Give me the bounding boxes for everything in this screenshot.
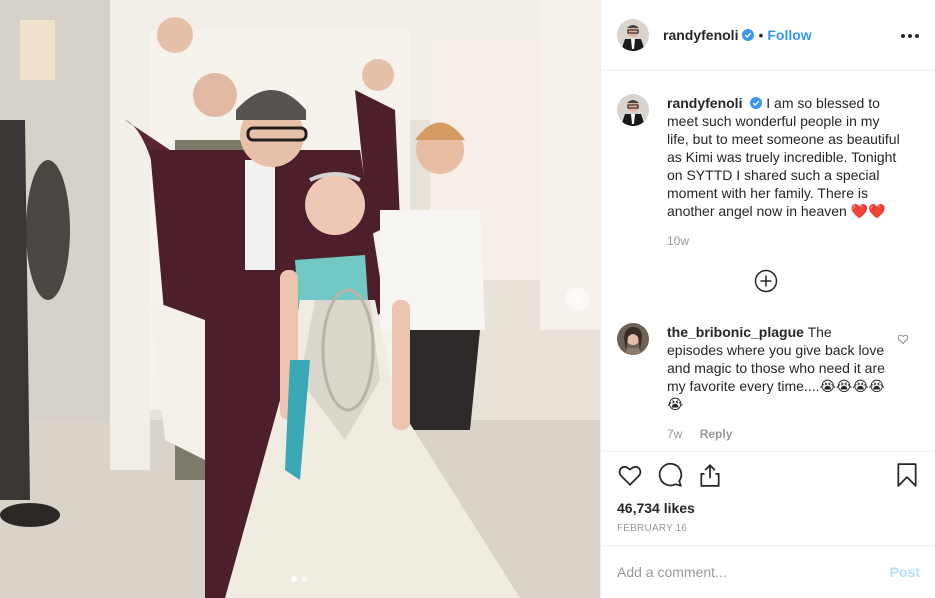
action-icons <box>617 452 920 498</box>
post-comment-button[interactable]: Post <box>890 564 920 580</box>
plus-circle-icon[interactable] <box>754 269 778 293</box>
follow-button[interactable]: Follow <box>767 27 811 43</box>
share-icon[interactable] <box>697 462 723 488</box>
comment-timestamp[interactable]: 7w <box>667 427 682 441</box>
post-header: randyfenoli • Follow <box>601 0 935 71</box>
heart-icon[interactable] <box>617 462 643 488</box>
comment-item: the_bribonic_plague The episodes where y… <box>617 323 887 441</box>
caption-text: I am so blessed to meet such wonderful p… <box>667 95 900 219</box>
comment-meta: 7w Reply <box>667 427 887 441</box>
verified-badge-icon <box>742 29 755 41</box>
comment-like-heart-icon[interactable] <box>897 333 909 345</box>
add-comment-bar: Post <box>601 545 935 598</box>
caption: randyfenoli I am so blessed to meet such… <box>617 94 920 248</box>
likes-count[interactable]: 46,734 likes <box>617 500 920 516</box>
comments-section: randyfenoli I am so blessed to meet such… <box>601 71 935 451</box>
comment-body: the_bribonic_plague The episodes where y… <box>667 323 887 441</box>
more-options-icon[interactable] <box>901 34 919 38</box>
avatar-image <box>617 323 649 355</box>
post-photo <box>0 0 600 598</box>
reply-button[interactable]: Reply <box>700 427 733 441</box>
header-separator: • <box>758 27 764 43</box>
avatar-image <box>617 19 649 51</box>
avatar-image <box>617 94 649 126</box>
bookmark-icon[interactable] <box>894 462 920 488</box>
verified-badge-icon <box>750 97 763 109</box>
carousel-indicator <box>291 576 307 582</box>
next-photo-button[interactable] <box>565 287 589 311</box>
carousel-dot-active <box>291 576 297 582</box>
caption-meta: 10w <box>667 234 902 248</box>
post-author-username[interactable]: randyfenoli <box>663 27 738 43</box>
post-media[interactable] <box>0 0 600 598</box>
instagram-post: randyfenoli • Follow randyfenoli I am so… <box>0 0 935 598</box>
avatar[interactable] <box>617 19 649 51</box>
chevron-right-icon <box>574 293 582 305</box>
post-actions: 46,734 likes FEBRUARY 16 <box>601 451 935 534</box>
post-date[interactable]: FEBRUARY 16 <box>617 523 920 534</box>
caption-timestamp[interactable]: 10w <box>667 234 689 248</box>
comment-input[interactable] <box>617 564 890 580</box>
caption-text-block: randyfenoli I am so blessed to meet such… <box>667 94 902 220</box>
caption-body: randyfenoli I am so blessed to meet such… <box>667 94 902 248</box>
comment-username[interactable]: the_bribonic_plague <box>667 324 804 340</box>
carousel-dot <box>301 576 307 582</box>
post-sidebar: randyfenoli • Follow randyfenoli I am so… <box>600 0 935 598</box>
caption-avatar[interactable] <box>617 94 649 126</box>
commenter-avatar[interactable] <box>617 323 649 355</box>
comment-icon[interactable] <box>657 462 683 488</box>
comment-text-block: the_bribonic_plague The episodes where y… <box>667 323 887 413</box>
header-user-line: randyfenoli • Follow <box>663 27 812 43</box>
caption-emoji: ❤️❤️ <box>850 203 886 219</box>
caption-username[interactable]: randyfenoli <box>667 95 742 111</box>
